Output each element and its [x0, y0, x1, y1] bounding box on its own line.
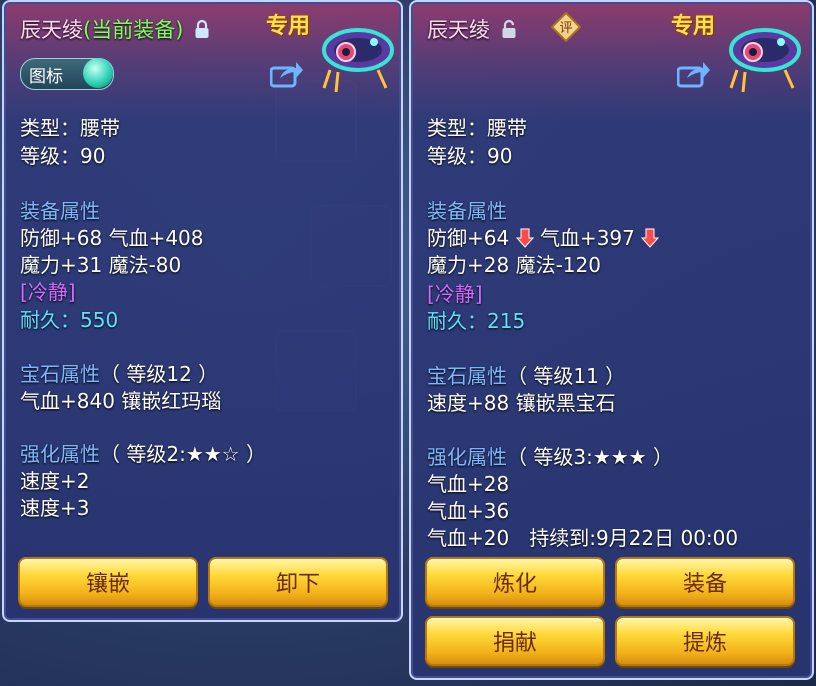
equip-attr-line-1: 防御+68 气血+408 [20, 226, 204, 250]
toggle-knob [83, 58, 113, 88]
gem-attr-row: 宝石属性（ 等级12 ） [20, 358, 218, 387]
svg-text:评: 评 [559, 21, 572, 36]
special-tag: 专用 [671, 14, 716, 39]
enhance-attr-row: 强化属性（ 等级2:★★☆ ） [20, 438, 266, 467]
enhance-attr-header: 强化属性 [20, 442, 100, 466]
current-equipment-tooltip: 辰天绫(当前装备) 专用 图标 类型：腰带 等级：90 装备属性 防御+68 气… [2, 0, 403, 622]
gem-attr-header: 宝石属性 [427, 364, 507, 388]
gem-attr-row: 宝石属性（ 等级11 ） [427, 360, 625, 389]
durability: 耐久：215 [427, 309, 526, 333]
item-type: 类型：腰带 [20, 116, 120, 140]
item-type: 类型：腰带 [427, 116, 527, 140]
equip-attr-line-2: 魔力+31 魔法-80 [20, 253, 182, 277]
special-tag: 专用 [266, 14, 311, 39]
share-icon[interactable] [269, 60, 304, 88]
gem-attr-header: 宝石属性 [20, 362, 100, 386]
gem-attr-line: 速度+88 镶嵌黑宝石 [427, 391, 616, 415]
enhance-attr-row: 强化属性（ 等级3:★★★ ） [427, 441, 673, 470]
gem-level: （ 等级12 ） [100, 362, 219, 386]
enhance-attr-line-1: 气血+28 [427, 472, 510, 496]
icon-toggle[interactable]: 图标 [20, 58, 114, 90]
gem-level: （ 等级11 ） [507, 364, 626, 388]
unequip-button[interactable]: 卸下 [208, 557, 388, 607]
decrease-arrow-icon [641, 228, 660, 253]
compare-equipment-tooltip: 辰天绫 评 专用 类型：腰带 等级：90 装备属性 防御+64 气血+397 魔… [409, 0, 814, 680]
special-effect: [冷静] [20, 280, 76, 304]
share-icon[interactable] [676, 60, 711, 88]
enhance-attr-line-1: 速度+2 [20, 469, 90, 493]
belt-item-icon [316, 12, 400, 96]
equipped-tag: (当前装备) [83, 18, 184, 42]
enhance-level: （ 等级2:★★☆ ） [100, 442, 266, 466]
special-effect: [冷静] [427, 282, 483, 306]
item-name: 辰天绫(当前装备) [20, 14, 210, 44]
enhance-attr-line-3: 气血+20 持续到:9月22日 00:00 [427, 526, 739, 550]
hp-value: 气血+397 [539, 226, 635, 250]
gem-attr-line: 气血+840 镶嵌红玛瑙 [20, 389, 222, 413]
defense-value: 防御+64 [427, 226, 510, 250]
enhance-level: （ 等级3:★★★ ） [507, 445, 673, 469]
equip-attr-line-2: 魔力+28 魔法-120 [427, 253, 601, 277]
equip-button[interactable]: 装备 [615, 557, 795, 607]
equip-attr-header: 装备属性 [20, 199, 100, 223]
enhance-attr-header: 强化属性 [427, 445, 507, 469]
rating-badge-icon[interactable]: 评 [550, 11, 582, 43]
item-level: 等级：90 [20, 144, 106, 168]
extract-button[interactable]: 提炼 [615, 616, 795, 666]
equip-attr-header: 装备属性 [427, 199, 507, 223]
inlay-button[interactable]: 镶嵌 [18, 557, 198, 607]
belt-item-icon [723, 12, 807, 96]
item-level: 等级：90 [427, 144, 513, 168]
enhance-attr-line-2: 速度+3 [20, 496, 90, 520]
item-name: 辰天绫 [427, 14, 517, 44]
refine-button[interactable]: 炼化 [425, 557, 605, 607]
enhance-attr-line-2: 气血+36 [427, 499, 510, 523]
unlock-icon [501, 19, 517, 44]
donate-button[interactable]: 捐献 [425, 616, 605, 666]
lock-icon [194, 19, 210, 44]
durability: 耐久：550 [20, 308, 119, 332]
icon-toggle-label: 图标 [29, 67, 63, 87]
